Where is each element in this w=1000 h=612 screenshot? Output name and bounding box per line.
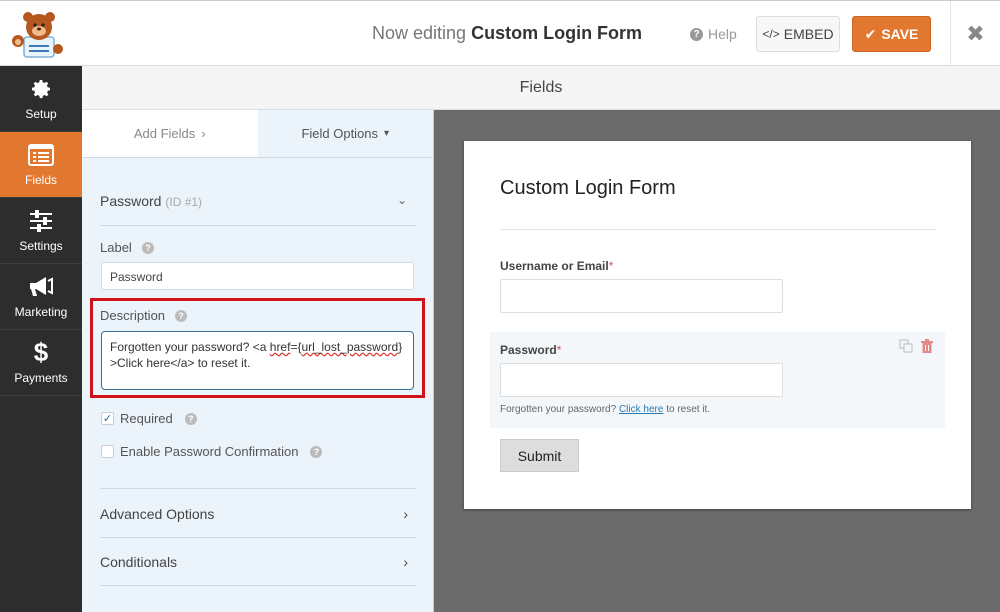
tab-label: Add Fields	[133, 126, 196, 141]
close-button[interactable]: ✖	[950, 1, 1000, 67]
field-label-password[interactable]: Password*	[500, 343, 561, 357]
sidebar-item-marketing[interactable]: Marketing	[0, 264, 82, 330]
desc-text: >Click here</a> to reset it.	[110, 356, 251, 370]
desc-text: to reset it.	[666, 404, 711, 415]
desc-text: href	[269, 340, 291, 354]
chevron-right-icon: ›	[201, 126, 206, 141]
required-checkbox-row[interactable]: ✓ Required ?	[101, 411, 197, 426]
reset-password-link[interactable]: Click here	[619, 404, 663, 415]
password-input[interactable]	[500, 363, 783, 397]
description-caption-text: Description	[100, 308, 166, 323]
code-icon: </>	[762, 27, 780, 41]
field-options-panel: Add Fields › Field Options ▾ Password (I…	[82, 110, 434, 612]
page-title: Now editing Custom Login Form	[372, 23, 642, 44]
conditionals-toggle[interactable]: Conditionals ›	[100, 554, 416, 570]
sidebar-nav: Setup Fields Settings Marketing $ Paymen…	[0, 66, 82, 612]
tab-add-fields[interactable]: Add Fields ›	[82, 110, 258, 157]
chevron-down-icon[interactable]: ⌄	[397, 193, 407, 207]
sidebar-item-settings[interactable]: Settings	[0, 198, 82, 264]
field-name: Password	[100, 193, 162, 209]
desc-text: url_lost_password	[301, 340, 399, 354]
field-label-username[interactable]: Username or Email*	[500, 259, 613, 273]
label-caption-text: Label	[100, 240, 132, 255]
desc-text: ={	[290, 340, 302, 354]
desc-text: }	[398, 340, 403, 354]
sidebar-item-label: Payments	[14, 370, 68, 385]
save-button[interactable]: ✔ SAVE	[852, 16, 931, 52]
divider	[500, 229, 936, 230]
required-checkbox[interactable]: ✓	[101, 412, 114, 425]
embed-button[interactable]: </> EMBED	[756, 16, 840, 52]
password-description: Forgotten your password? Click here to r…	[500, 404, 710, 415]
sidebar-item-payments[interactable]: $ Payments	[0, 330, 82, 396]
help-icon[interactable]: ?	[310, 445, 323, 458]
help-link[interactable]: ? Help	[690, 26, 737, 42]
advanced-options-toggle[interactable]: Advanced Options ›	[100, 506, 416, 522]
field-section-title[interactable]: Password (ID #1)	[100, 193, 202, 209]
section-header: Fields	[82, 66, 1000, 110]
save-label: SAVE	[881, 26, 919, 42]
form-preview-card: Custom Login Form Username or Email* Pas…	[464, 141, 971, 509]
title-prefix: Now editing	[372, 23, 467, 43]
sidebar-item-setup[interactable]: Setup	[0, 66, 82, 132]
help-icon: ?	[690, 27, 703, 41]
tab-label: Field Options	[301, 126, 379, 141]
field-label-text: Password	[500, 343, 557, 357]
chevron-right-icon: ›	[403, 554, 408, 570]
help-icon[interactable]: ?	[184, 412, 197, 425]
required-mark: *	[556, 343, 562, 357]
sidebar-item-label: Fields	[24, 172, 57, 187]
desc-text: Forgotten your password?	[500, 404, 617, 415]
trash-icon[interactable]	[921, 339, 933, 358]
confirm-checkbox-row[interactable]: Enable Password Confirmation ?	[101, 444, 323, 459]
description-textarea[interactable]: Forgotten your password? <a href={url_lo…	[101, 331, 414, 390]
description-caption: Description ?	[100, 308, 188, 323]
list-icon	[28, 143, 54, 167]
sidebar-item-fields[interactable]: Fields	[0, 132, 82, 198]
divider	[100, 488, 416, 489]
wpforms-logo	[8, 9, 68, 59]
advanced-options-label: Advanced Options	[100, 506, 215, 522]
label-input[interactable]: Password	[101, 262, 414, 290]
chevron-down-icon: ▾	[384, 128, 390, 139]
label-caption: Label ?	[100, 240, 154, 255]
confirm-label: Enable Password Confirmation	[120, 444, 299, 459]
embed-label: EMBED	[783, 26, 834, 42]
desc-text: Forgotten your password? <a	[110, 340, 270, 354]
gear-icon	[28, 77, 54, 101]
sliders-icon	[28, 209, 54, 233]
megaphone-icon	[28, 275, 54, 299]
conditionals-label: Conditionals	[100, 554, 178, 570]
form-preview-area: Custom Login Form Username or Email* Pas…	[434, 110, 1000, 612]
chevron-right-icon: ›	[403, 506, 408, 522]
close-icon: ✖	[966, 21, 985, 46]
submit-button[interactable]: Submit	[500, 439, 579, 472]
sidebar-item-label: Marketing	[14, 304, 68, 319]
sidebar-item-label: Settings	[19, 238, 63, 253]
required-mark: *	[608, 259, 614, 273]
form-title: Custom Login Form	[500, 177, 676, 199]
divider	[100, 585, 416, 586]
confirm-checkbox[interactable]	[101, 445, 114, 458]
dollar-icon: $	[33, 337, 49, 367]
required-label: Required	[120, 411, 173, 426]
field-tools	[899, 339, 933, 358]
panel-tabs: Add Fields › Field Options ▾	[82, 110, 433, 158]
form-name: Custom Login Form	[471, 23, 643, 43]
sidebar-item-label: Setup	[25, 106, 57, 121]
field-label-text: Username or Email	[500, 259, 609, 273]
divider	[100, 537, 416, 538]
top-bar: Now editing Custom Login Form ? Help </>…	[0, 0, 1000, 67]
help-icon[interactable]: ?	[141, 241, 154, 254]
checkmark-icon: ✔	[864, 25, 877, 42]
field-id: (ID #1)	[165, 195, 203, 209]
tab-field-options[interactable]: Field Options ▾	[257, 110, 433, 157]
help-label: Help	[708, 26, 737, 42]
help-icon[interactable]: ?	[175, 309, 188, 322]
username-input[interactable]	[500, 279, 783, 313]
duplicate-icon[interactable]	[899, 339, 913, 358]
divider	[100, 225, 416, 226]
